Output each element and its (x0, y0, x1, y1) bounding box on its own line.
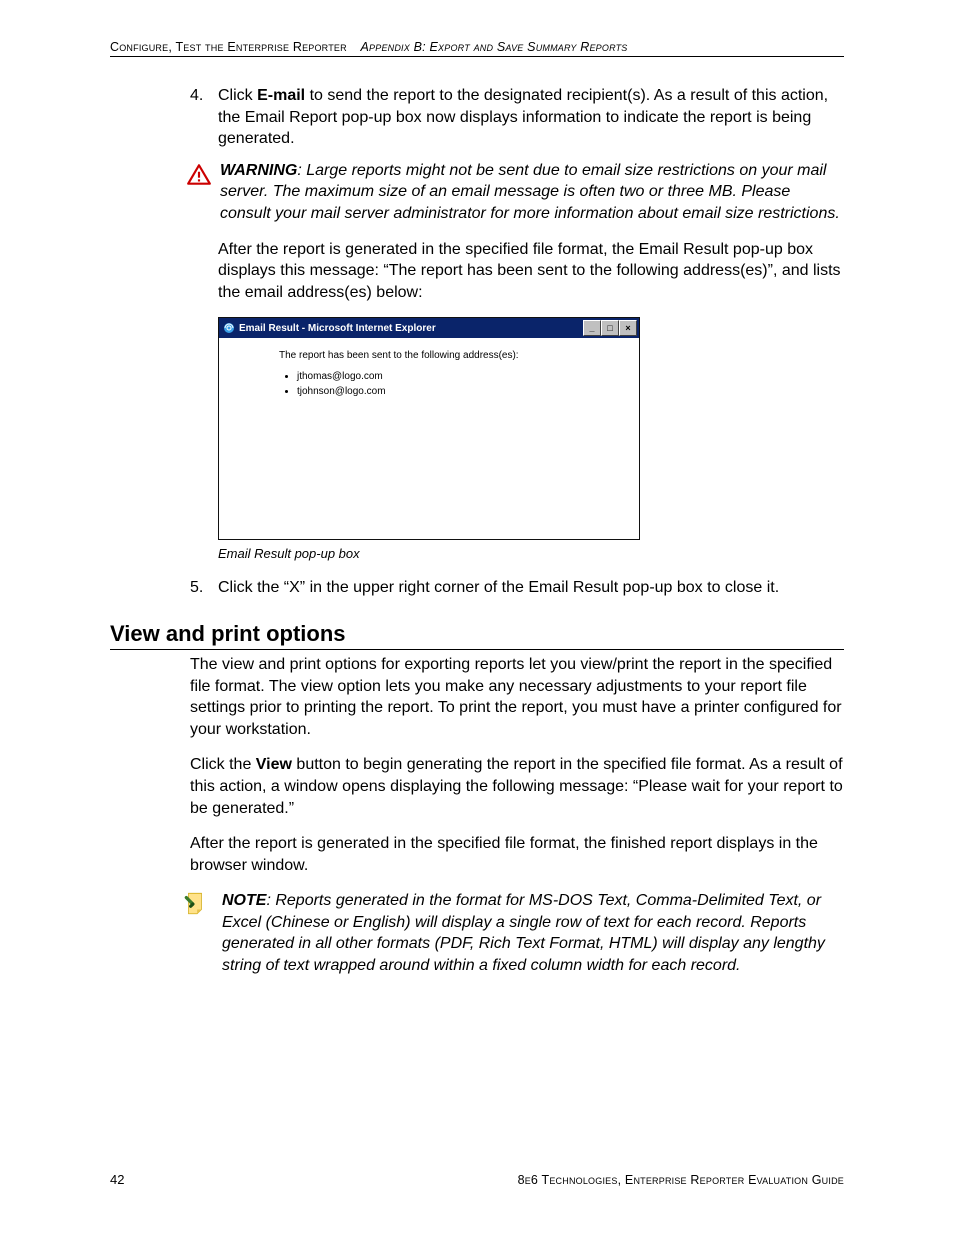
vp-para1: The view and print options for exporting… (190, 654, 844, 740)
step-number: 4. (190, 85, 203, 107)
screenshot-title: Email Result - Microsoft Internet Explor… (239, 323, 436, 334)
note-text: : Reports generated in the format for MS… (222, 892, 825, 974)
screenshot-message: The report has been sent to the followin… (279, 350, 619, 361)
minimize-button[interactable]: _ (583, 320, 601, 336)
email-item: jthomas@logo.com (297, 369, 619, 384)
footer-text: 8e6 Technologies, Enterprise Reporter Ev… (518, 1173, 844, 1187)
step4-text-post: to send the report to the designated rec… (218, 87, 828, 147)
vp-para2: Click the View button to begin generatin… (190, 754, 844, 819)
page-number: 42 (110, 1172, 124, 1187)
running-header: Configure, Test the Enterprise Reporter … (110, 40, 844, 57)
screenshot-titlebar: Email Result - Microsoft Internet Explor… (219, 318, 639, 338)
vp-para2-bold: View (256, 756, 292, 773)
note-label: NOTE (222, 892, 266, 909)
close-button[interactable]: × (619, 320, 637, 336)
warning-icon (186, 162, 212, 188)
step5-text: Click the “X” in the upper right corner … (218, 579, 779, 596)
after-paragraph: After the report is generated in the spe… (190, 239, 844, 304)
screenshot-caption: Email Result pop-up box (218, 546, 844, 561)
step-5: 5. Click the “X” in the upper right corn… (190, 577, 844, 599)
step-number: 5. (190, 577, 203, 599)
screenshot-window: Email Result - Microsoft Internet Explor… (218, 317, 640, 540)
note-icon (182, 890, 208, 916)
section-heading: View and print options (110, 621, 844, 650)
screenshot-body: The report has been sent to the followin… (219, 338, 639, 539)
screenshot-container: Email Result - Microsoft Internet Explor… (218, 317, 844, 540)
header-left: Configure, Test the Enterprise Reporter (110, 40, 347, 54)
step-4: 4. Click E-mail to send the report to th… (190, 85, 844, 150)
note-callout: NOTE: Reports generated in the format fo… (190, 890, 844, 976)
warning-callout: WARNING: Large reports might not be sent… (190, 160, 844, 225)
warning-label: WARNING (220, 162, 297, 179)
warning-text: : Large reports might not be sent due to… (220, 162, 840, 222)
header-right: Appendix B: Export and Save Summary Repo… (361, 40, 628, 54)
step4-bold: E-mail (257, 87, 305, 104)
ie-icon (223, 322, 235, 334)
vp-para3: After the report is generated in the spe… (190, 833, 844, 876)
maximize-button[interactable]: □ (601, 320, 619, 336)
step4-text-pre: Click (218, 87, 257, 104)
email-item: tjohnson@logo.com (297, 384, 619, 399)
vp-para2-pre: Click the (190, 756, 256, 773)
footer: 42 8e6 Technologies, Enterprise Reporter… (110, 1172, 844, 1187)
